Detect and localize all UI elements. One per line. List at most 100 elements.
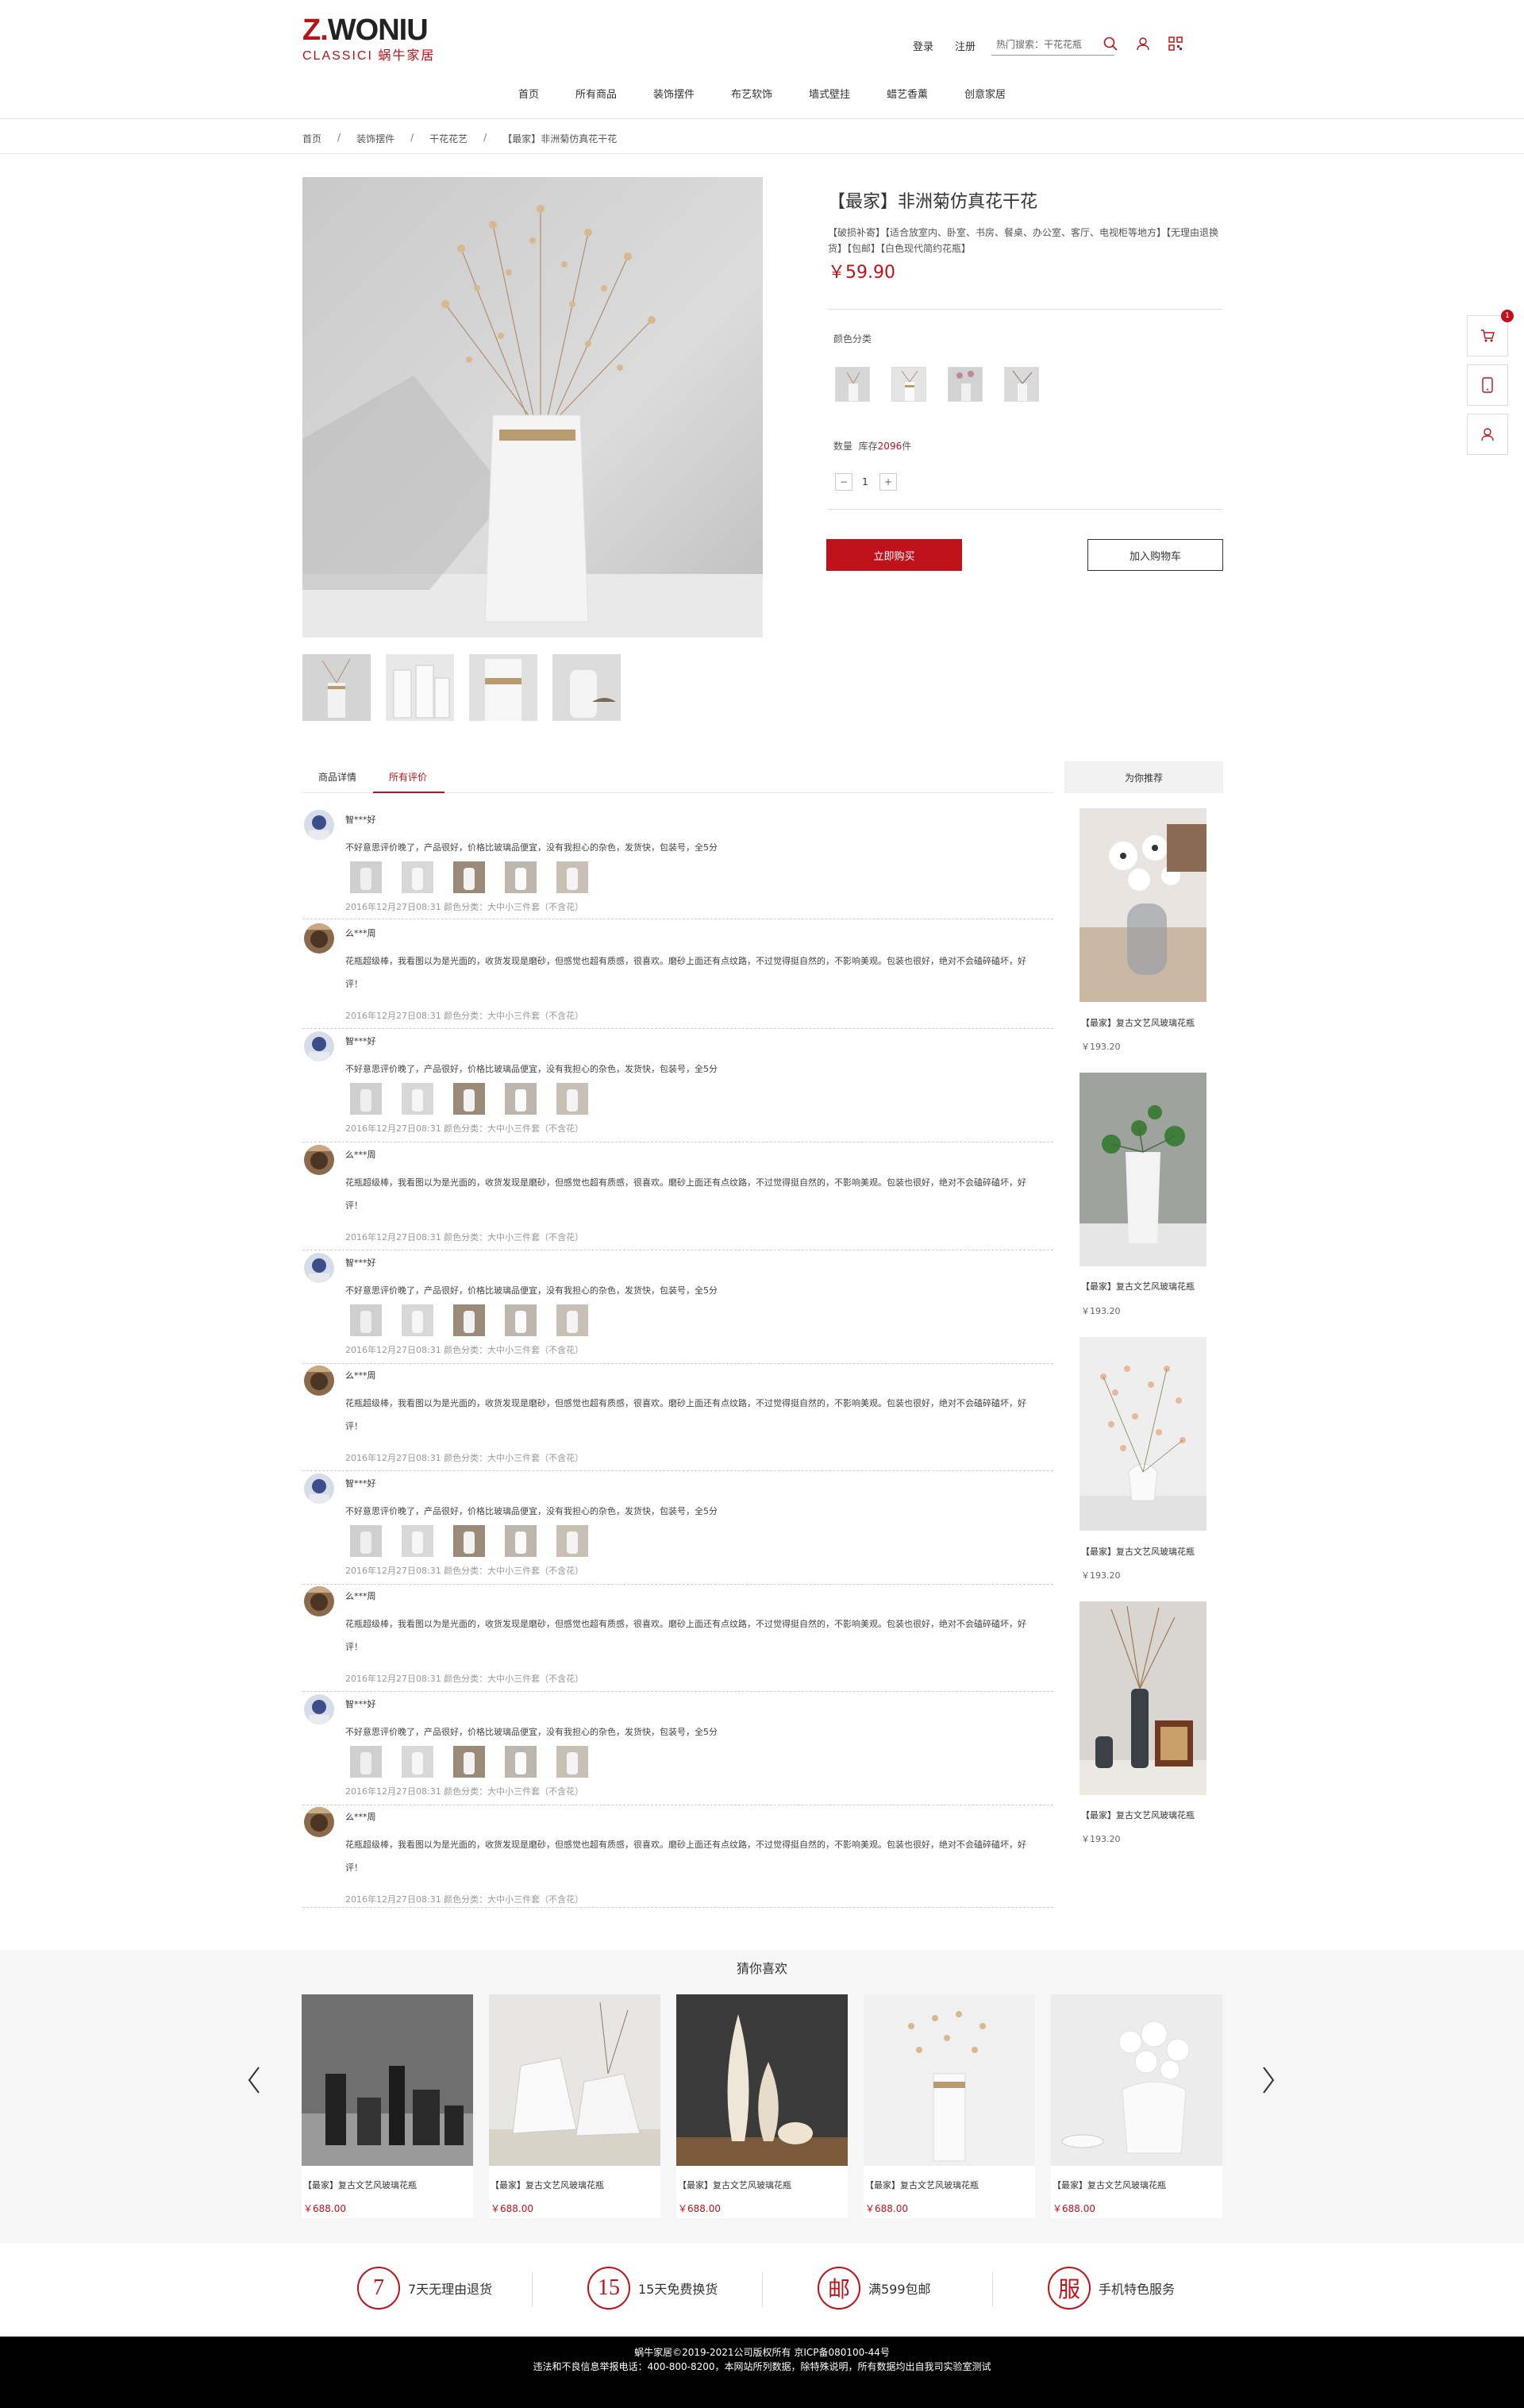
color-swatch[interactable] bbox=[891, 367, 926, 402]
recommend-image[interactable] bbox=[1080, 1073, 1206, 1266]
review-image[interactable] bbox=[505, 861, 537, 893]
tab-reviews[interactable]: 所有评价 bbox=[389, 770, 427, 784]
review-image[interactable] bbox=[505, 1304, 537, 1336]
service-exchange[interactable]: 15 15天免费换货 bbox=[587, 2267, 718, 2310]
recommend-name[interactable]: 【最家】复古文艺风玻璃花瓶 bbox=[1081, 1809, 1195, 1821]
reviewer-name: 么***周 bbox=[345, 1812, 376, 1822]
carousel-next-arrow[interactable] bbox=[1259, 2064, 1278, 2096]
guess-image[interactable] bbox=[302, 1994, 473, 2166]
color-swatch[interactable] bbox=[835, 367, 870, 402]
tab-details[interactable]: 商品详情 bbox=[318, 770, 356, 784]
guess-image[interactable] bbox=[489, 1994, 660, 2166]
reviewer-name: 么***周 bbox=[345, 1370, 376, 1381]
review-image[interactable] bbox=[453, 1083, 485, 1115]
review-image[interactable] bbox=[350, 861, 382, 893]
review-image[interactable] bbox=[402, 1746, 433, 1778]
shipping-icon: 邮 bbox=[818, 2267, 860, 2310]
search-input[interactable]: 热门搜索：干花花瓶 bbox=[991, 35, 1114, 56]
carousel-prev-arrow[interactable] bbox=[244, 2064, 264, 2096]
review-image[interactable] bbox=[453, 861, 485, 893]
recommend-name[interactable]: 【最家】复古文艺风玻璃花瓶 bbox=[1081, 1545, 1195, 1558]
review-image[interactable] bbox=[556, 1746, 588, 1778]
breadcrumb-dried-flower[interactable]: 干花花艺 bbox=[429, 132, 468, 145]
review-image[interactable] bbox=[556, 1304, 588, 1336]
recommend-name[interactable]: 【最家】复古文艺风玻璃花瓶 bbox=[1081, 1016, 1195, 1029]
nav-fabric[interactable]: 布艺软饰 bbox=[713, 86, 791, 101]
recommend-name[interactable]: 【最家】复古文艺风玻璃花瓶 bbox=[1081, 1280, 1195, 1293]
product-thumbnail[interactable] bbox=[302, 654, 371, 721]
guess-name[interactable]: 【最家】复古文艺风玻璃花瓶 bbox=[303, 2179, 417, 2191]
review-image[interactable] bbox=[402, 861, 433, 893]
guess-card[interactable]: 【最家】复古文艺风玻璃花瓶 ￥688.00 bbox=[302, 1994, 473, 2218]
review-image[interactable] bbox=[453, 1746, 485, 1778]
review-image[interactable] bbox=[556, 861, 588, 893]
review-image[interactable] bbox=[350, 1746, 382, 1778]
side-phone-button[interactable] bbox=[1467, 364, 1508, 406]
guess-card[interactable]: 【最家】复古文艺风玻璃花瓶 ￥688.00 bbox=[676, 1994, 848, 2218]
review-image[interactable] bbox=[350, 1083, 382, 1115]
guess-image[interactable] bbox=[864, 1994, 1035, 2166]
review-image[interactable] bbox=[505, 1083, 537, 1115]
product-thumbnail[interactable] bbox=[469, 654, 537, 721]
guess-name[interactable]: 【最家】复古文艺风玻璃花瓶 bbox=[678, 2179, 791, 2191]
review-image[interactable] bbox=[402, 1304, 433, 1336]
guess-image[interactable] bbox=[676, 1994, 848, 2166]
register-link[interactable]: 注册 bbox=[955, 38, 976, 53]
service-shipping[interactable]: 邮 满599包邮 bbox=[818, 2267, 931, 2310]
product-thumbnail[interactable] bbox=[386, 654, 454, 721]
service-divider bbox=[992, 2272, 993, 2307]
guess-name[interactable]: 【最家】复古文艺风玻璃花瓶 bbox=[1053, 2179, 1166, 2191]
nav-creative[interactable]: 创意家居 bbox=[946, 86, 1024, 101]
color-swatch[interactable] bbox=[1004, 367, 1039, 402]
review-image[interactable] bbox=[505, 1525, 537, 1557]
reviewer-name: 智***好 bbox=[345, 1478, 376, 1489]
review-image[interactable] bbox=[505, 1746, 537, 1778]
review-image[interactable] bbox=[350, 1525, 382, 1557]
product-thumbnail[interactable] bbox=[552, 654, 621, 721]
guess-card[interactable]: 【最家】复古文艺风玻璃花瓶 ￥688.00 bbox=[1051, 1994, 1222, 2218]
recommend-image[interactable] bbox=[1080, 1601, 1206, 1795]
review-image[interactable] bbox=[350, 1304, 382, 1336]
quantity-stock: 数量 库存2096件 bbox=[833, 439, 911, 453]
side-user-button[interactable] bbox=[1467, 414, 1508, 455]
recommend-image[interactable] bbox=[1080, 808, 1206, 1002]
service-mobile[interactable]: 服 手机特色服务 bbox=[1048, 2267, 1175, 2310]
guess-card[interactable]: 【最家】复古文艺风玻璃花瓶 ￥688.00 bbox=[489, 1994, 660, 2218]
nav-candle[interactable]: 蜡艺香薰 bbox=[868, 86, 946, 101]
avatar bbox=[304, 1807, 334, 1837]
buy-now-button[interactable]: 立即购买 bbox=[826, 539, 962, 571]
exchange-icon: 15 bbox=[587, 2267, 630, 2310]
nav-home[interactable]: 首页 bbox=[500, 86, 557, 101]
user-icon[interactable] bbox=[1133, 33, 1153, 54]
login-link[interactable]: 登录 bbox=[913, 38, 933, 53]
nav-decor[interactable]: 装饰摆件 bbox=[635, 86, 713, 101]
quantity-increase-button[interactable]: + bbox=[879, 473, 897, 491]
review-image[interactable] bbox=[556, 1525, 588, 1557]
add-to-cart-button[interactable]: 加入购物车 bbox=[1087, 539, 1223, 571]
review-image[interactable] bbox=[453, 1304, 485, 1336]
quantity-field[interactable]: 1 bbox=[857, 473, 873, 491]
color-swatch[interactable] bbox=[948, 367, 983, 402]
review-image[interactable] bbox=[402, 1525, 433, 1557]
review-image[interactable] bbox=[556, 1083, 588, 1115]
guess-card[interactable]: 【最家】复古文艺风玻璃花瓶 ￥688.00 bbox=[864, 1994, 1035, 2218]
guess-name[interactable]: 【最家】复古文艺风玻璃花瓶 bbox=[491, 2179, 604, 2191]
breadcrumb-home[interactable]: 首页 bbox=[302, 132, 321, 145]
logo-subtitle: CLASSICI 蜗牛家居 bbox=[302, 49, 436, 63]
review-image[interactable] bbox=[453, 1525, 485, 1557]
review-image[interactable] bbox=[402, 1083, 433, 1115]
recommend-image[interactable] bbox=[1080, 1337, 1206, 1531]
qrcode-icon[interactable] bbox=[1165, 33, 1186, 54]
breadcrumb-decor[interactable]: 装饰摆件 bbox=[356, 132, 394, 145]
nav-all-products[interactable]: 所有商品 bbox=[557, 86, 635, 101]
quantity-decrease-button[interactable]: − bbox=[835, 473, 852, 491]
side-cart-button[interactable] bbox=[1467, 315, 1508, 356]
service-divider bbox=[532, 2272, 533, 2307]
service-return[interactable]: 7 7天无理由退货 bbox=[357, 2267, 492, 2310]
nav-wall[interactable]: 墙式壁挂 bbox=[791, 86, 868, 101]
logo[interactable]: Z.WONIU bbox=[302, 13, 429, 48]
guess-name[interactable]: 【最家】复古文艺风玻璃花瓶 bbox=[865, 2179, 979, 2191]
guess-image[interactable] bbox=[1051, 1994, 1222, 2166]
reviewer-name: 么***周 bbox=[345, 928, 376, 938]
search-icon[interactable] bbox=[1100, 33, 1121, 54]
